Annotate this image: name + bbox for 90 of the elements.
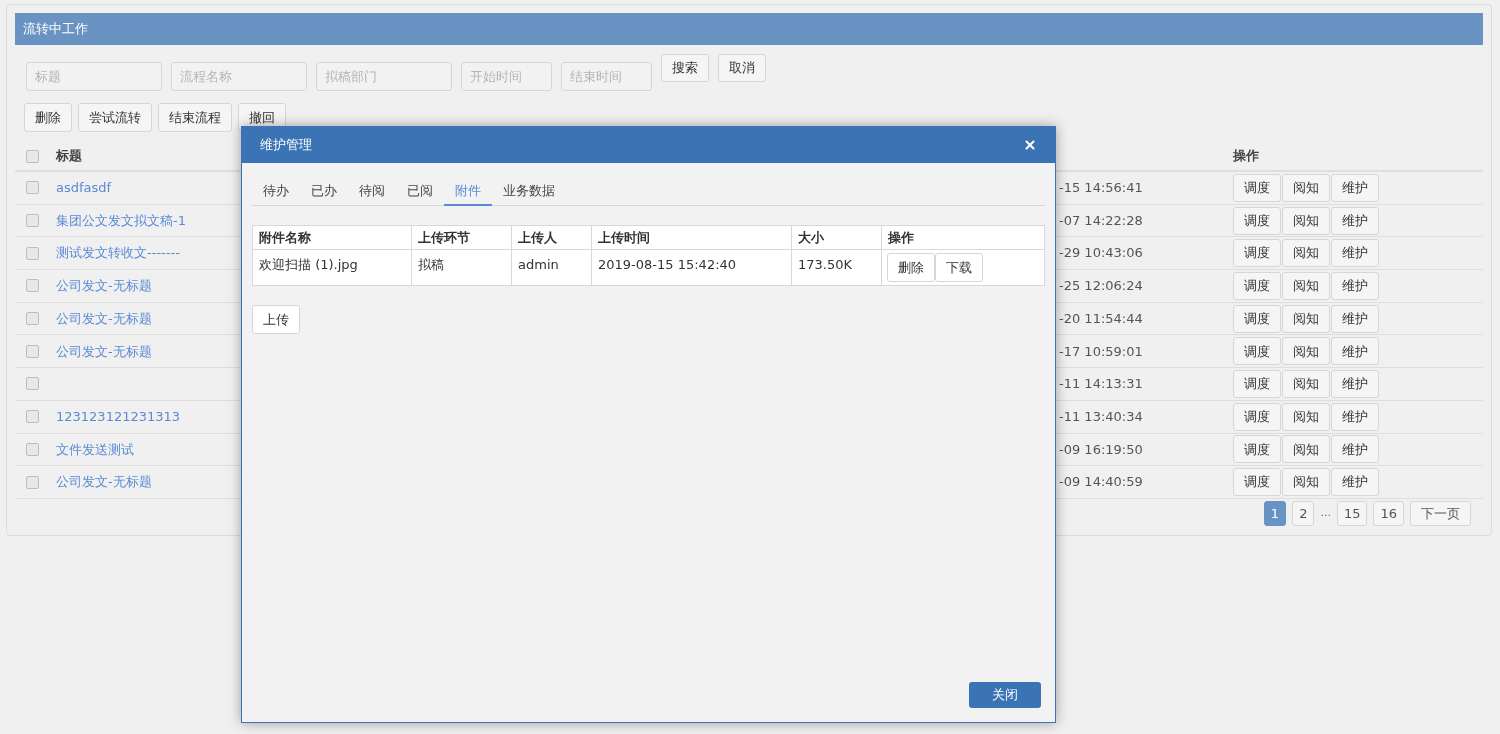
column-header: 大小 — [792, 226, 882, 249]
row-action-button[interactable]: 调度 — [1233, 435, 1281, 464]
page-button[interactable]: 2 — [1292, 500, 1315, 526]
table-cell: 173.50K — [792, 250, 882, 285]
checkbox[interactable] — [25, 312, 39, 326]
close-icon[interactable] — [1023, 138, 1037, 152]
table-cell: admin — [512, 250, 592, 285]
row-action-button[interactable]: 调度 — [1233, 304, 1281, 333]
tab[interactable]: 待阅 — [348, 177, 396, 206]
row-action-button[interactable]: 阅知 — [1282, 239, 1330, 268]
column-header: 附件名称 — [253, 226, 412, 249]
row-action-button[interactable]: 维护 — [1331, 337, 1379, 366]
tab[interactable]: 业务数据 — [492, 177, 566, 206]
table-cell-text: -07 14:22:28 — [1059, 211, 1144, 230]
column-header: 操作 — [887, 228, 915, 247]
panel-title: 流转中工作 — [15, 13, 1483, 45]
row-action-button[interactable]: 阅知 — [1282, 369, 1330, 398]
column-header: 上传人 — [512, 226, 592, 249]
row-action-button[interactable]: 调度 — [1233, 239, 1281, 268]
row-action-button[interactable]: 维护 — [1331, 468, 1379, 497]
row-action-button[interactable]: 阅知 — [1282, 337, 1330, 366]
row-action-button[interactable]: 阅知 — [1282, 435, 1330, 464]
dialog-title: 维护管理 — [260, 136, 312, 155]
page-button[interactable]: 16 — [1373, 500, 1404, 526]
checkbox[interactable] — [25, 279, 39, 293]
toolbar-button[interactable]: 结束流程 — [158, 103, 232, 132]
row-action-button[interactable]: 阅知 — [1282, 206, 1330, 235]
column-header: 标题 — [56, 147, 82, 166]
row-action-button[interactable]: 维护 — [1331, 206, 1379, 235]
row-action-button[interactable]: 维护 — [1331, 173, 1379, 202]
row-action-button[interactable]: 维护 — [1331, 369, 1379, 398]
toolbar-button[interactable]: 删除 — [24, 103, 72, 132]
row-action-button[interactable]: 调度 — [1233, 468, 1281, 497]
row-action-button[interactable]: 调度 — [1233, 369, 1281, 398]
table-cell-text: -25 12:06:24 — [1059, 277, 1144, 296]
table-cell-text: -11 14:13:31 — [1059, 375, 1144, 394]
row-action-button[interactable]: 调度 — [1233, 271, 1281, 300]
row-action-button[interactable]: 调度 — [1233, 337, 1281, 366]
checkbox[interactable] — [25, 246, 39, 260]
attachment-action-button[interactable]: 下载 — [935, 253, 983, 282]
row-action-button[interactable]: 维护 — [1331, 435, 1379, 464]
upload-button[interactable]: 上传 — [252, 305, 300, 334]
search-bar-button[interactable]: 取消 — [718, 54, 766, 82]
column-header: 上传时间 — [592, 226, 792, 249]
checkbox[interactable] — [25, 181, 39, 195]
row-action-button[interactable]: 阅知 — [1282, 173, 1330, 202]
row-action-button[interactable]: 阅知 — [1282, 402, 1330, 431]
row-action-button[interactable]: 维护 — [1331, 402, 1379, 431]
row-action-button[interactable]: 阅知 — [1282, 304, 1330, 333]
table-cell-text: -20 11:54:44 — [1059, 309, 1144, 328]
row-action-button[interactable]: 调度 — [1233, 173, 1281, 202]
row-action-button[interactable]: 调度 — [1233, 402, 1281, 431]
row-action-button[interactable]: 维护 — [1331, 271, 1379, 300]
tab[interactable]: 待办 — [252, 177, 300, 206]
tab[interactable]: 已阅 — [396, 177, 444, 206]
table-cell-text: -11 13:40:34 — [1059, 407, 1144, 426]
search-field[interactable]: 标题 — [26, 62, 162, 91]
row-action-button[interactable]: 维护 — [1331, 304, 1379, 333]
attachment-action-button[interactable]: 删除 — [887, 253, 935, 282]
checkbox[interactable] — [25, 149, 39, 163]
search-field[interactable]: 流程名称 — [171, 62, 307, 91]
date-field[interactable]: 开始时间 — [461, 62, 552, 91]
tab[interactable]: 已办 — [300, 177, 348, 206]
page-button[interactable]: 15 — [1336, 500, 1368, 526]
toolbar-button[interactable]: 尝试流转 — [78, 103, 152, 132]
search-bar-button[interactable]: 搜索 — [661, 54, 709, 82]
table-cell: 2019-08-15 15:42:40 — [592, 250, 792, 285]
row-action-button[interactable]: 维护 — [1331, 239, 1379, 268]
checkbox[interactable] — [25, 410, 39, 424]
row-action-button[interactable]: 阅知 — [1282, 271, 1330, 300]
table-cell-text: -17 10:59:01 — [1059, 342, 1144, 361]
table-cell: 拟稿 — [412, 250, 512, 285]
row-action-button[interactable]: 调度 — [1233, 206, 1281, 235]
column-header: 上传环节 — [412, 226, 512, 249]
checkbox[interactable] — [25, 442, 39, 456]
pagination-ellipsis: ... — [1320, 505, 1331, 522]
table-cell-text: -29 10:43:06 — [1059, 244, 1144, 263]
table-cell-text: -15 14:56:41 — [1059, 179, 1144, 198]
next-page-button[interactable]: 下一页 — [1410, 500, 1471, 526]
date-field[interactable]: 结束时间 — [561, 62, 652, 91]
checkbox[interactable] — [25, 377, 39, 391]
checkbox[interactable] — [25, 214, 39, 228]
table-cell-text: -09 16:19:50 — [1059, 440, 1144, 459]
table-cell: 欢迎扫描 (1).jpg — [253, 250, 412, 285]
checkbox[interactable] — [25, 475, 39, 489]
row-action-button[interactable]: 阅知 — [1282, 468, 1330, 497]
table-cell-text: -09 14:40:59 — [1059, 473, 1144, 492]
close-button[interactable]: 关闭 — [969, 682, 1041, 708]
checkbox[interactable] — [25, 344, 39, 358]
column-header: 操作 — [1233, 147, 1260, 166]
